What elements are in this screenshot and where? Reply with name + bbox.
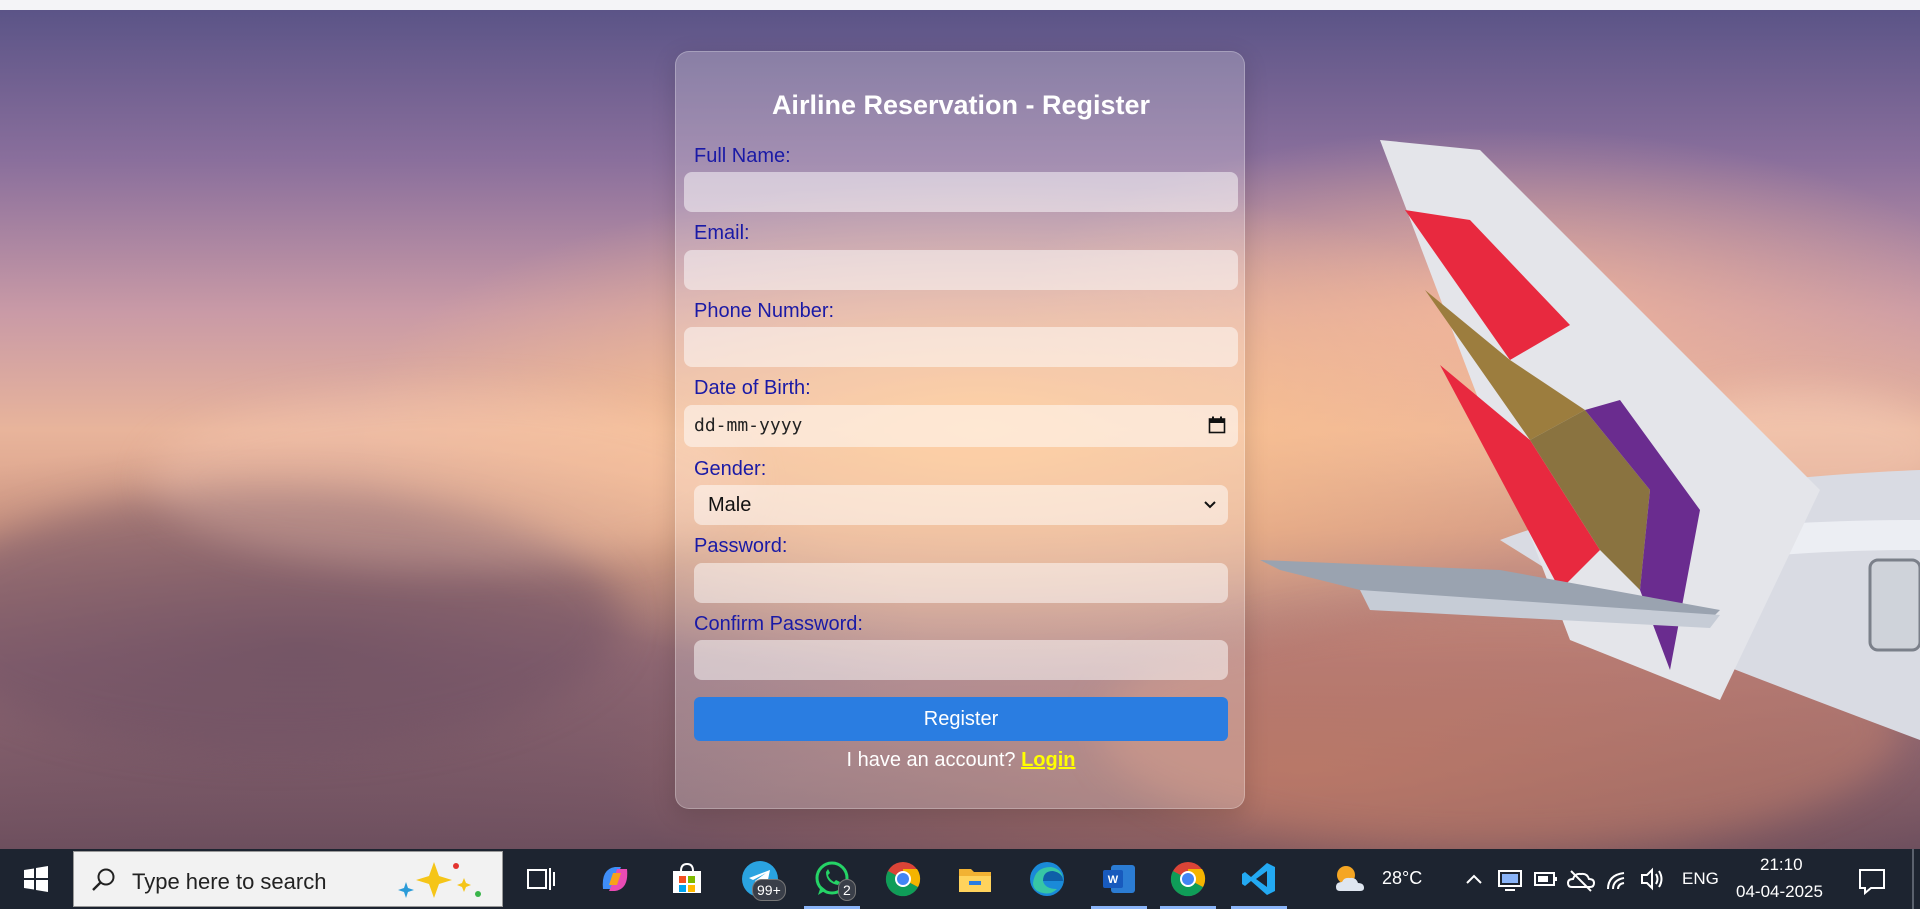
login-prompt: I have an account? Login xyxy=(676,749,1246,772)
microsoft-store-icon[interactable] xyxy=(667,859,707,899)
phone-input[interactable] xyxy=(684,327,1238,367)
email-input[interactable] xyxy=(684,250,1238,290)
gender-label: Gender: xyxy=(694,458,767,480)
windows-taskbar: Type here to search 99+ 2 W 28°C ENG 21:… xyxy=(0,849,1920,909)
email-label: Email: xyxy=(694,222,750,244)
register-form-card: Airline Reservation - Register Full Name… xyxy=(675,51,1245,809)
gender-select[interactable]: Male xyxy=(694,485,1228,525)
dob-label: Date of Birth: xyxy=(694,377,811,399)
edge-icon[interactable] xyxy=(1027,859,1067,899)
confirm-password-input[interactable] xyxy=(694,640,1228,680)
clock-time[interactable]: 21:10 xyxy=(1760,855,1803,875)
svg-text:W: W xyxy=(1108,874,1119,886)
onedrive-offline-icon[interactable] xyxy=(1566,859,1596,899)
chevron-up-icon[interactable] xyxy=(1462,859,1486,899)
battery-icon[interactable] xyxy=(1532,859,1560,899)
word-icon[interactable]: W xyxy=(1099,859,1139,899)
whatsapp-badge: 2 xyxy=(838,879,856,901)
phone-label: Phone Number: xyxy=(694,300,835,322)
chevron-down-icon xyxy=(1204,501,1216,509)
confirm-password-label: Confirm Password: xyxy=(694,613,863,635)
display-icon[interactable] xyxy=(1496,859,1524,899)
airplane-tail-image xyxy=(1260,140,1920,740)
weather-partly-cloudy-icon[interactable] xyxy=(1330,859,1370,899)
taskbar-search-box[interactable]: Type here to search xyxy=(73,851,503,907)
task-view-icon[interactable] xyxy=(520,859,560,899)
notification-icon[interactable] xyxy=(1855,859,1889,899)
login-link[interactable]: Login xyxy=(1021,749,1075,771)
wifi-icon[interactable] xyxy=(1604,859,1632,899)
copilot-sparkle-icon xyxy=(398,862,481,898)
vscode-icon[interactable] xyxy=(1239,859,1279,899)
clock-date[interactable]: 04-04-2025 xyxy=(1736,882,1823,902)
search-icon xyxy=(92,868,115,891)
account-prompt-text: I have an account? xyxy=(846,749,1016,771)
gender-selected-value: Male xyxy=(708,494,752,516)
show-desktop-button[interactable] xyxy=(1912,849,1914,909)
language-indicator[interactable]: ENG xyxy=(1682,869,1719,889)
password-input[interactable] xyxy=(694,563,1228,603)
chrome-icon[interactable] xyxy=(883,859,923,899)
windows-start-icon[interactable] xyxy=(14,849,58,909)
chrome-icon-2[interactable] xyxy=(1168,859,1208,899)
password-label: Password: xyxy=(694,535,788,557)
dob-input[interactable]: dd-mm-yyyy xyxy=(684,405,1238,447)
file-explorer-icon[interactable] xyxy=(955,859,995,899)
copilot-icon[interactable] xyxy=(595,859,635,899)
register-button[interactable]: Register xyxy=(694,697,1228,741)
full-name-input[interactable] xyxy=(684,172,1238,212)
calendar-icon[interactable] xyxy=(1208,416,1226,434)
form-title: Airline Reservation - Register xyxy=(771,90,1151,120)
dob-placeholder: dd-mm-yyyy xyxy=(694,415,803,436)
search-placeholder: Type here to search xyxy=(132,869,327,894)
telegram-badge: 99+ xyxy=(752,879,786,901)
full-name-label: Full Name: xyxy=(694,145,791,167)
weather-temperature: 28°C xyxy=(1382,868,1423,888)
volume-icon[interactable] xyxy=(1638,859,1666,899)
